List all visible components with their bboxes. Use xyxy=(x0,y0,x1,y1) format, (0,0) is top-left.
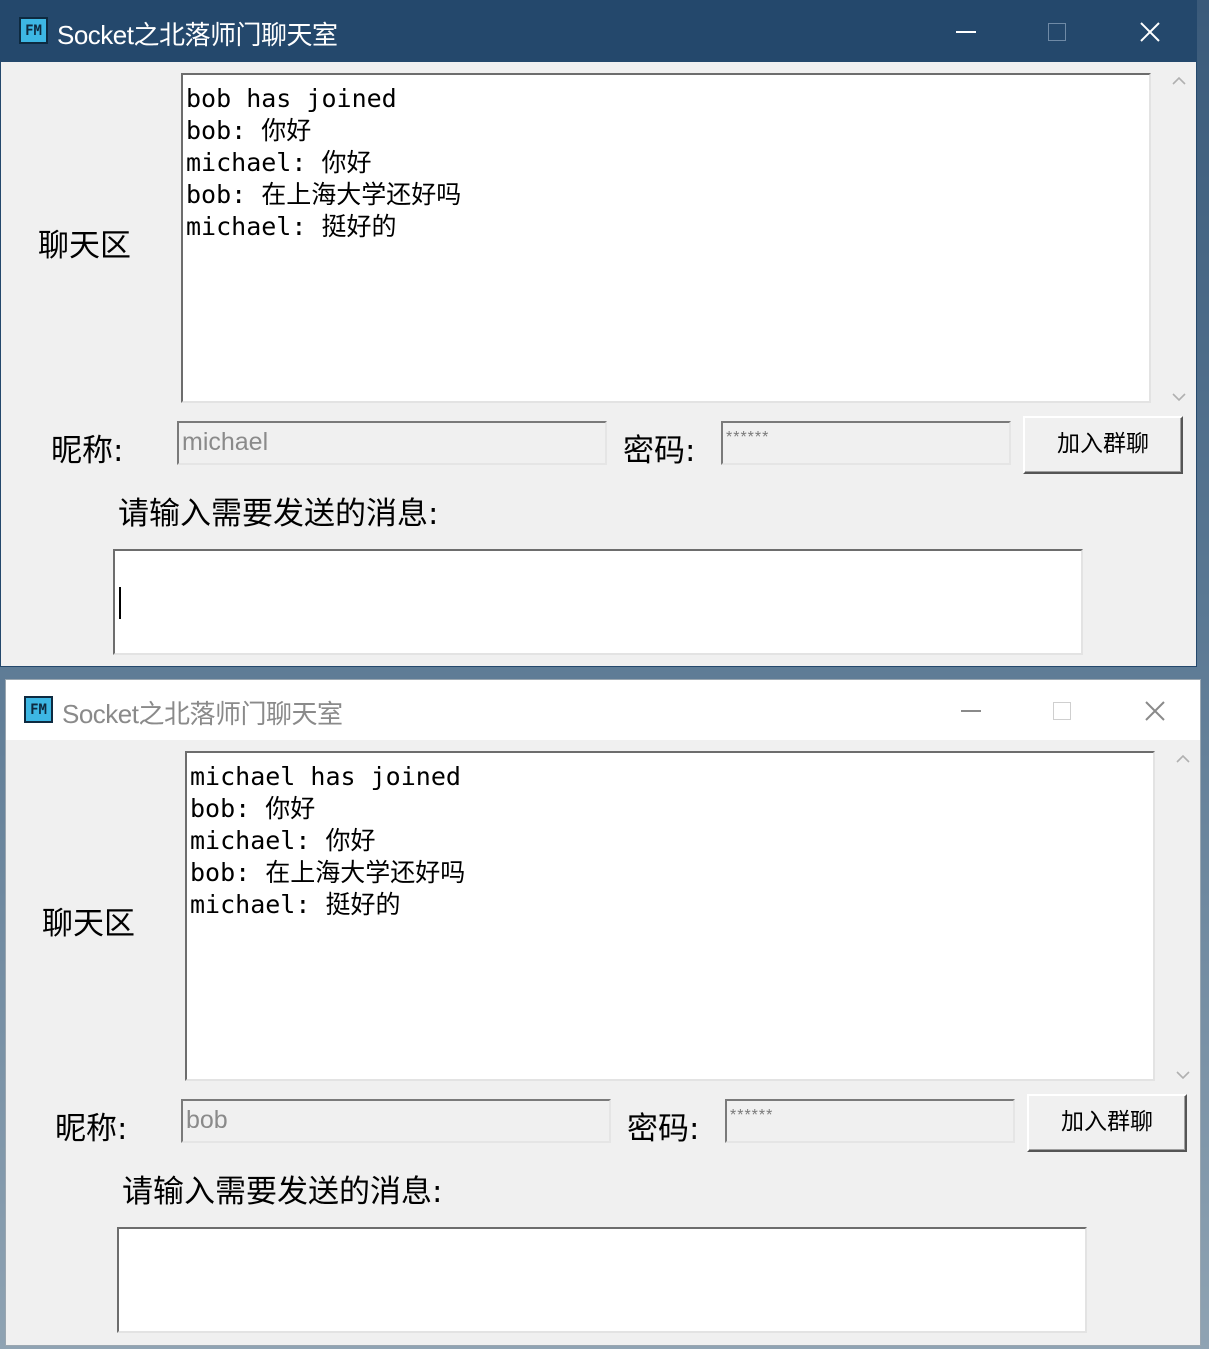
minimize-icon xyxy=(956,31,976,33)
chat-history[interactable]: bob has joined bob: 你好 michael: 你好 bob: … xyxy=(181,73,1151,403)
minimize-button[interactable] xyxy=(943,9,989,55)
chat-line: bob: 在上海大学还好吗 xyxy=(186,180,462,209)
message-input[interactable] xyxy=(117,1227,1087,1333)
scroll-up-icon[interactable] xyxy=(1171,73,1187,89)
join-group-button[interactable]: 加入群聊 xyxy=(1027,1094,1187,1152)
password-field[interactable]: ****** xyxy=(725,1099,1015,1143)
message-prompt-label: 请输入需要发送的消息: xyxy=(118,496,439,532)
chat-area-label: 聊天区 xyxy=(38,228,131,264)
scroll-down-icon[interactable] xyxy=(1171,389,1187,405)
password-label: 密码: xyxy=(627,1111,700,1147)
close-icon xyxy=(1145,701,1165,721)
chat-line: michael: 你好 xyxy=(186,148,372,177)
chat-line: bob has joined xyxy=(186,84,397,113)
chat-line: michael has joined xyxy=(190,762,461,791)
maximize-icon xyxy=(1053,702,1071,720)
message-input[interactable] xyxy=(113,549,1083,655)
chat-line: bob: 你好 xyxy=(190,794,316,823)
app-fm-icon: FM xyxy=(24,696,53,723)
minimize-icon xyxy=(961,710,981,712)
maximize-button[interactable] xyxy=(1039,688,1085,734)
chat-line: bob: 你好 xyxy=(186,116,312,145)
chat-window-bob: FM Socket之北落师门聊天室 聊天区 michael has joined… xyxy=(5,679,1201,1346)
chat-line: michael: 你好 xyxy=(190,826,376,855)
scroll-up-icon[interactable] xyxy=(1175,751,1191,767)
window-title: Socket之北落师门聊天室 xyxy=(57,20,338,50)
password-field[interactable]: ****** xyxy=(721,421,1011,465)
password-label: 密码: xyxy=(623,433,696,469)
chat-history[interactable]: michael has joined bob: 你好 michael: 你好 b… xyxy=(185,751,1155,1081)
maximize-icon xyxy=(1048,23,1066,41)
chat-line: michael: 挺好的 xyxy=(186,212,397,241)
app-fm-icon: FM xyxy=(19,17,48,44)
chat-line: michael: 挺好的 xyxy=(190,890,401,919)
nickname-field[interactable]: bob xyxy=(181,1099,611,1143)
nickname-label: 昵称: xyxy=(55,1111,128,1147)
title-bar[interactable]: FM Socket之北落师门聊天室 xyxy=(6,680,1200,740)
chat-line: bob: 在上海大学还好吗 xyxy=(190,858,466,887)
nickname-label: 昵称: xyxy=(51,433,124,469)
join-group-button[interactable]: 加入群聊 xyxy=(1023,416,1183,474)
minimize-button[interactable] xyxy=(948,688,994,734)
chat-window-michael: FM Socket之北落师门聊天室 聊天区 bob has joined bob… xyxy=(0,0,1197,667)
text-caret xyxy=(119,587,121,619)
chat-area-label: 聊天区 xyxy=(42,906,135,942)
window-title: Socket之北落师门聊天室 xyxy=(62,699,343,729)
scroll-down-icon[interactable] xyxy=(1175,1067,1191,1083)
nickname-field[interactable]: michael xyxy=(177,421,607,465)
title-bar[interactable]: FM Socket之北落师门聊天室 xyxy=(1,1,1196,62)
close-icon xyxy=(1140,22,1160,42)
message-prompt-label: 请输入需要发送的消息: xyxy=(122,1174,443,1210)
maximize-button[interactable] xyxy=(1034,9,1080,55)
close-button[interactable] xyxy=(1132,688,1178,734)
close-button[interactable] xyxy=(1127,9,1173,55)
